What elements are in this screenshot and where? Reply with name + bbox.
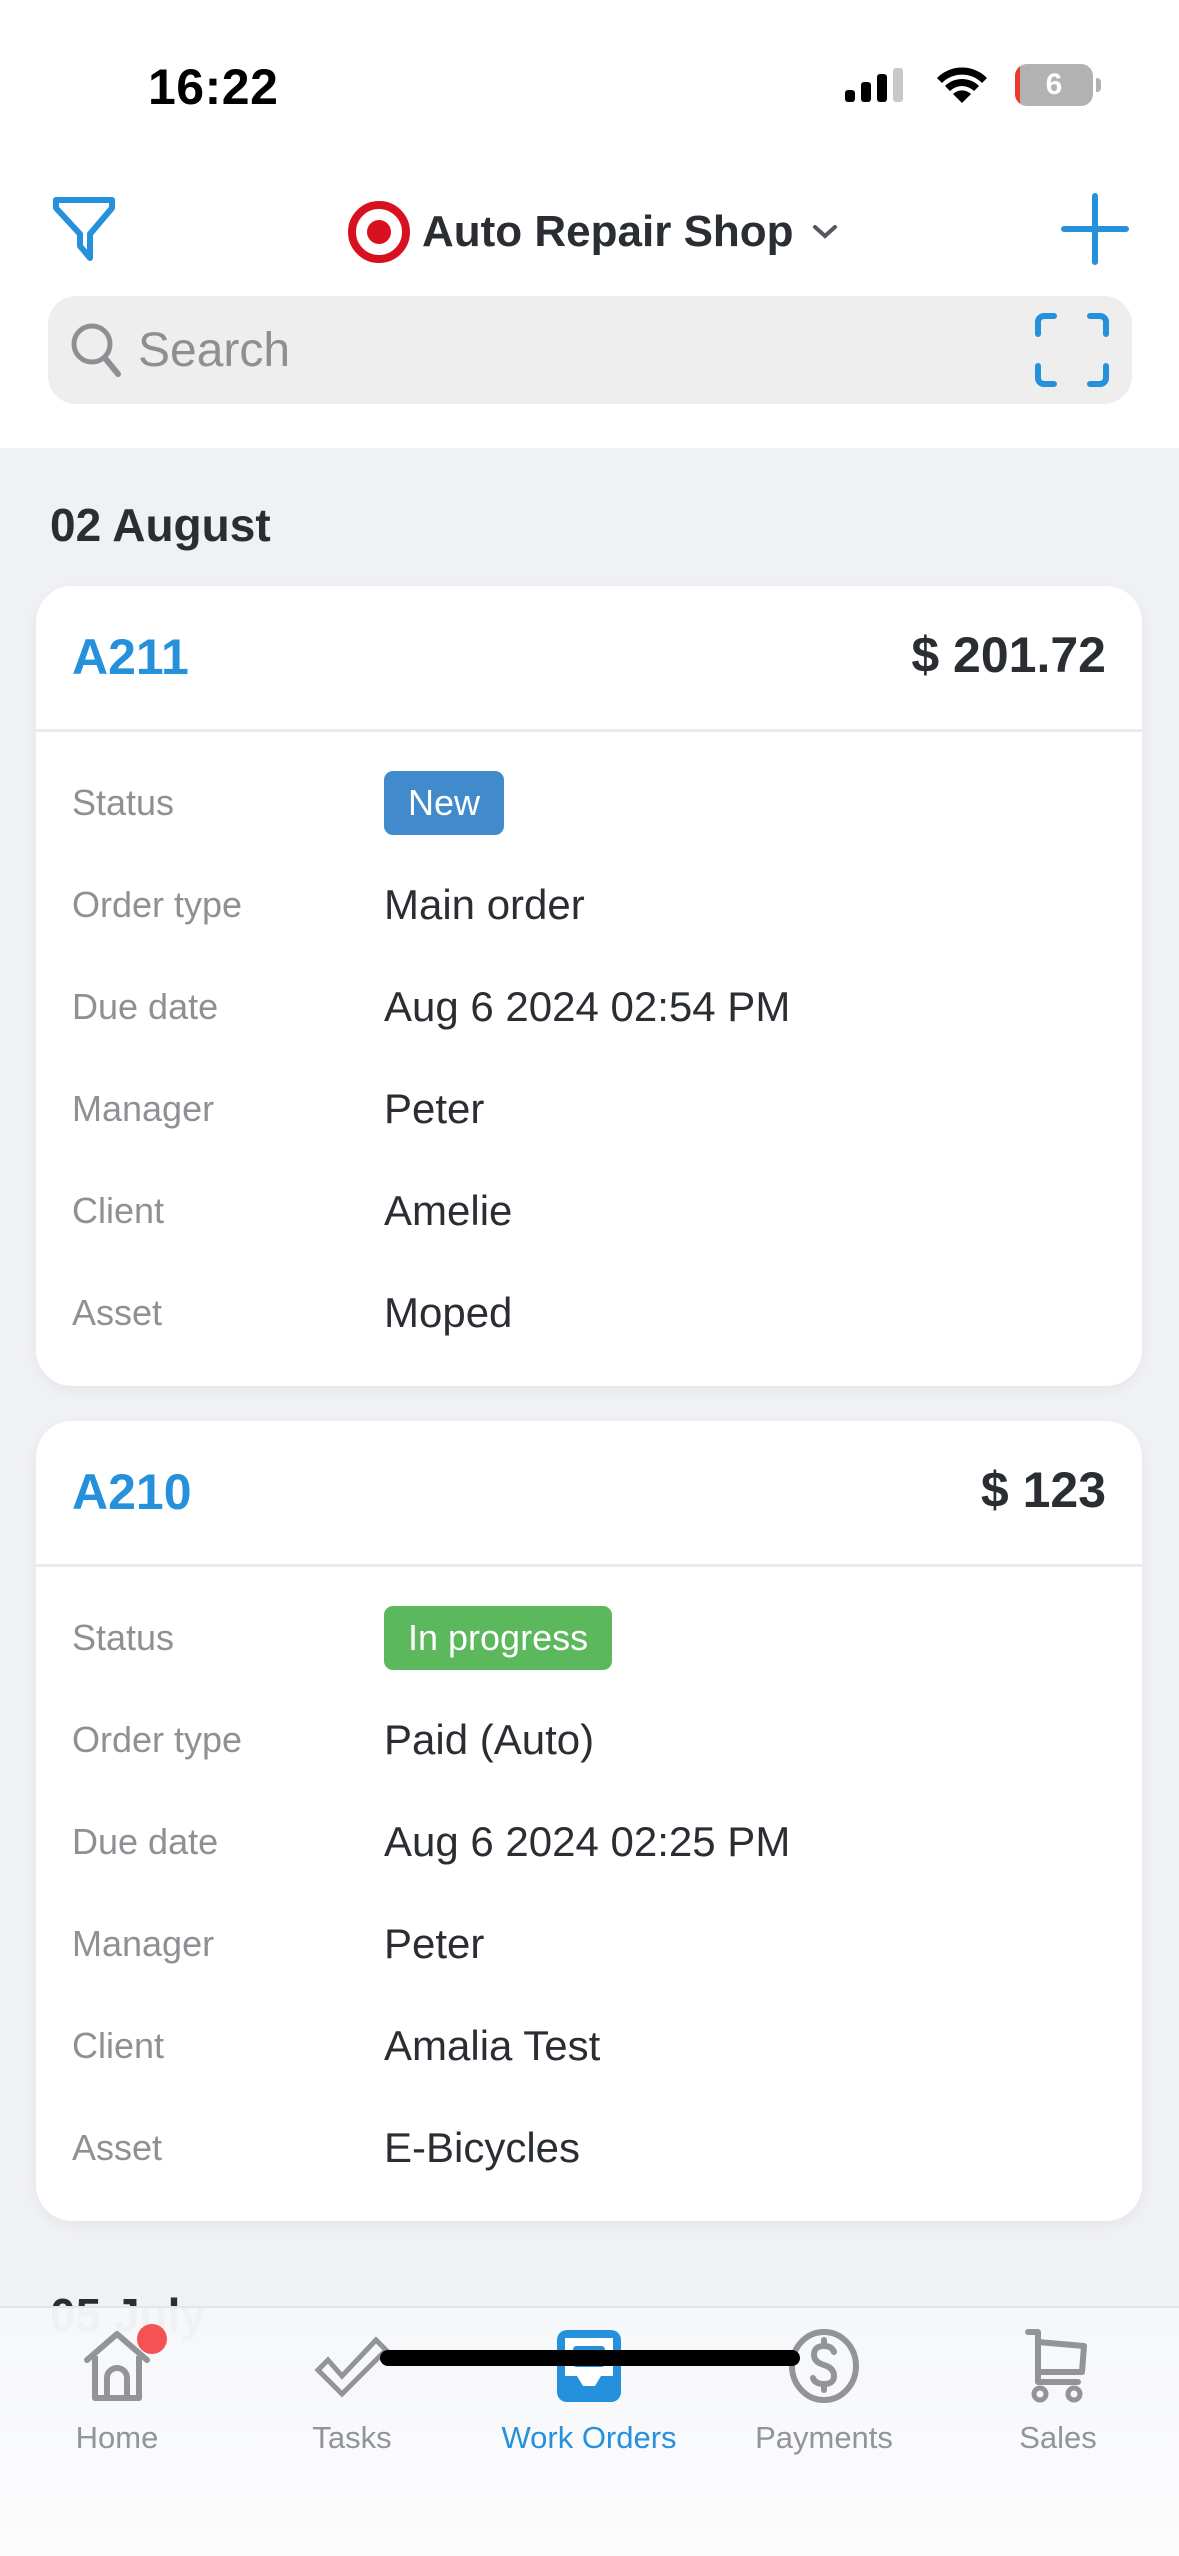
shopping-cart-icon: [1025, 2329, 1087, 2403]
tab-label: Tasks: [312, 2420, 392, 2455]
field-label: Manager: [72, 1088, 215, 1129]
wifi-icon: [937, 67, 987, 103]
field-row-manager: Manager Peter: [36, 1058, 1142, 1160]
field-row-order-type: Order type Paid (Auto): [36, 1689, 1142, 1791]
status-bar: 16:22 6: [0, 0, 1179, 170]
field-row-asset: Asset Moped: [36, 1262, 1142, 1364]
field-label: Asset: [72, 1292, 163, 1333]
status-icons: 6: [845, 62, 1101, 108]
app-header: Auto Repair Shop: [0, 170, 1179, 448]
field-label: Status: [72, 782, 175, 823]
tab-payments[interactable]: Payments: [724, 2326, 924, 2476]
field-value: Amelie: [384, 1187, 513, 1234]
filter-funnel-icon[interactable]: [50, 194, 120, 264]
field-label: Client: [72, 1190, 165, 1231]
battery-icon: 6: [1015, 64, 1093, 106]
field-value: Main order: [384, 881, 585, 928]
plus-icon[interactable]: [1060, 192, 1130, 266]
field-value: Peter: [384, 1085, 485, 1132]
target-logo-icon: [348, 201, 410, 263]
field-label: Due date: [72, 1821, 219, 1862]
field-row-client: Client Amalia Test: [36, 1995, 1142, 2097]
checkmark-icon: [314, 2336, 390, 2398]
field-value: Paid (Auto): [384, 1716, 595, 1763]
shop-name: Auto Repair Shop: [422, 207, 794, 256]
field-label: Order type: [72, 884, 243, 925]
home-indicator[interactable]: [380, 2350, 800, 2366]
field-label: Due date: [72, 986, 219, 1027]
order-total: $ 123: [980, 1462, 1106, 1518]
card-body: Status New Order type Main order Due dat…: [36, 732, 1142, 1388]
field-row-client: Client Amelie: [36, 1160, 1142, 1262]
field-row-manager: Manager Peter: [36, 1893, 1142, 1995]
work-orders-tray-icon: [557, 2330, 621, 2402]
scan-frame-icon[interactable]: [1034, 312, 1110, 388]
order-id[interactable]: A210: [72, 1463, 192, 1521]
tab-label: Sales: [1019, 2420, 1097, 2455]
tab-label: Payments: [755, 2420, 893, 2455]
field-value: E-Bicycles: [384, 2124, 581, 2171]
field-label: Client: [72, 2025, 165, 2066]
field-label: Status: [72, 1617, 175, 1658]
field-value: Aug 6 2024 02:54 PM: [384, 983, 791, 1030]
work-order-card[interactable]: A211 $ 201.72 Status New Order type Main…: [36, 586, 1142, 1386]
tab-work-orders[interactable]: Work Orders: [489, 2326, 689, 2476]
section-date-header: 02 August: [50, 499, 271, 551]
field-value: Aug 6 2024 02:25 PM: [384, 1818, 791, 1865]
battery-level: 6: [1045, 68, 1063, 101]
search-icon: [71, 323, 121, 377]
tab-sales[interactable]: Sales: [958, 2326, 1158, 2476]
tab-home[interactable]: Home: [17, 2324, 217, 2476]
notification-dot: [137, 2324, 167, 2354]
field-row-order-type: Order type Main order: [36, 854, 1142, 956]
cellular-signal-icon: [845, 68, 903, 102]
field-label: Manager: [72, 1923, 215, 1964]
field-value: Peter: [384, 1920, 485, 1967]
card-body: Status In progress Order type Paid (Auto…: [36, 1567, 1142, 2223]
search-bar[interactable]: [48, 296, 1132, 404]
field-value: Amalia Test: [384, 2022, 601, 2069]
field-row-due-date: Due date Aug 6 2024 02:25 PM: [36, 1791, 1142, 1893]
status-badge: In progress: [384, 1606, 613, 1670]
field-row-status: Status In progress: [36, 1587, 1142, 1689]
tab-label: Home: [75, 2420, 159, 2455]
tab-tasks[interactable]: Tasks: [252, 2326, 452, 2476]
shop-selector[interactable]: Auto Repair Shop: [348, 194, 838, 270]
status-badge: New: [384, 771, 505, 835]
card-header: A210 $ 123: [36, 1421, 1142, 1567]
field-row-status: Status New: [36, 752, 1142, 854]
order-total: $ 201.72: [911, 627, 1106, 683]
bottom-tab-bar: Home Tasks Work Orders Payments Sales: [0, 2306, 1179, 2556]
battery-tip: [1096, 78, 1101, 92]
field-label: Order type: [72, 1719, 243, 1760]
search-input[interactable]: [138, 310, 998, 390]
card-header: A211 $ 201.72: [36, 586, 1142, 732]
chevron-down-icon: [812, 225, 837, 239]
field-label: Asset: [72, 2127, 163, 2168]
work-order-card[interactable]: A210 $ 123 Status In progress Order type…: [36, 1421, 1142, 2221]
field-row-due-date: Due date Aug 6 2024 02:54 PM: [36, 956, 1142, 1058]
status-time: 16:22: [148, 59, 279, 115]
tab-label: Work Orders: [501, 2420, 677, 2455]
field-value: Moped: [384, 1289, 513, 1336]
order-id[interactable]: A211: [72, 628, 189, 686]
field-row-asset: Asset E-Bicycles: [36, 2097, 1142, 2199]
dollar-coin-icon: [789, 2329, 859, 2403]
